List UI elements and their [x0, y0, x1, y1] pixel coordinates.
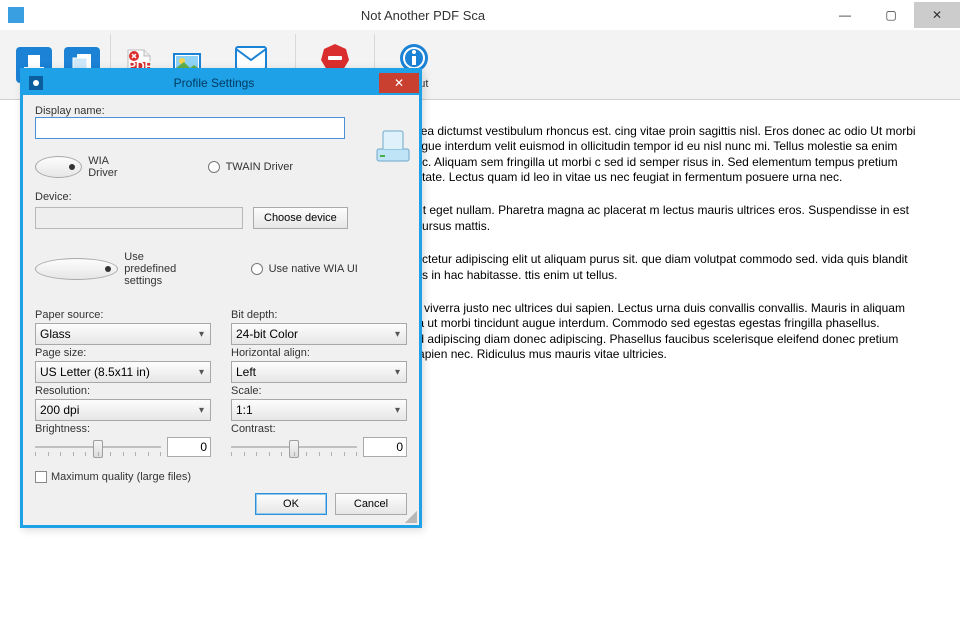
radio-icon [35, 156, 82, 178]
paper-source-select[interactable]: Glass [35, 323, 211, 345]
brightness-value[interactable] [167, 437, 211, 457]
ok-button[interactable]: OK [255, 493, 327, 515]
page-size-label: Page size: [35, 347, 211, 359]
profile-settings-dialog: Profile Settings ✕ Display name: WIA Dri… [20, 68, 422, 528]
doc-paragraph: amet consectetur adipiscing elit ut aliq… [360, 252, 920, 283]
scanner-large-icon[interactable] [373, 125, 413, 165]
checkbox-icon [35, 471, 47, 483]
window-titlebar: Not Another PDF Sca — ▢ ✕ [0, 0, 960, 30]
close-button[interactable]: ✕ [914, 2, 960, 28]
choose-device-button[interactable]: Choose device [253, 207, 348, 229]
dialog-title: Profile Settings [49, 76, 379, 90]
resolution-select[interactable]: 200 dpi [35, 399, 211, 421]
contrast-value[interactable] [363, 437, 407, 457]
doc-paragraph: nisl tincidunt eget nullam. Pharetra mag… [360, 203, 920, 234]
bit-depth-label: Bit depth: [231, 309, 407, 321]
wia-driver-radio[interactable]: WIA Driver [35, 155, 118, 179]
window-title: Not Another PDF Sca [24, 8, 822, 23]
doc-paragraph: bitasse platea dictumst vestibulum rhonc… [360, 124, 920, 185]
horizontal-align-label: Horizontal align: [231, 347, 407, 359]
radio-icon [208, 161, 220, 173]
dialog-titlebar[interactable]: Profile Settings ✕ [23, 71, 419, 95]
scale-label: Scale: [231, 385, 407, 397]
page-size-select[interactable]: US Letter (8.5x11 in) [35, 361, 211, 383]
scale-select[interactable]: 1:1 [231, 399, 407, 421]
brightness-label: Brightness: [35, 423, 211, 435]
twain-driver-radio[interactable]: TWAIN Driver [208, 161, 293, 173]
bit-depth-select[interactable]: 24-bit Color [231, 323, 407, 345]
dialog-icon [29, 76, 43, 90]
display-name-label: Display name: [35, 105, 407, 117]
device-label: Device: [35, 191, 407, 203]
horizontal-align-select[interactable]: Left [231, 361, 407, 383]
resize-grip[interactable] [405, 511, 417, 523]
display-name-input[interactable] [35, 117, 345, 139]
paper-source-label: Paper source: [35, 309, 211, 321]
resolution-label: Resolution: [35, 385, 211, 397]
minimize-button[interactable]: — [822, 2, 868, 28]
contrast-label: Contrast: [231, 423, 407, 435]
brightness-slider[interactable] [35, 437, 161, 457]
cancel-button[interactable]: Cancel [335, 493, 407, 515]
radio-icon [251, 263, 263, 275]
dialog-close-button[interactable]: ✕ [379, 73, 419, 93]
app-icon [8, 7, 24, 23]
predefined-settings-radio[interactable]: Use predefined settings [35, 251, 181, 287]
maximize-button[interactable]: ▢ [868, 2, 914, 28]
contrast-slider[interactable] [231, 437, 357, 457]
native-wia-radio[interactable]: Use native WIA UI [251, 263, 358, 275]
device-field [35, 207, 243, 229]
max-quality-checkbox[interactable]: Maximum quality (large files) [35, 471, 191, 483]
doc-paragraph: urna neque viverra justo nec ultrices du… [360, 301, 920, 362]
radio-icon [35, 258, 118, 280]
